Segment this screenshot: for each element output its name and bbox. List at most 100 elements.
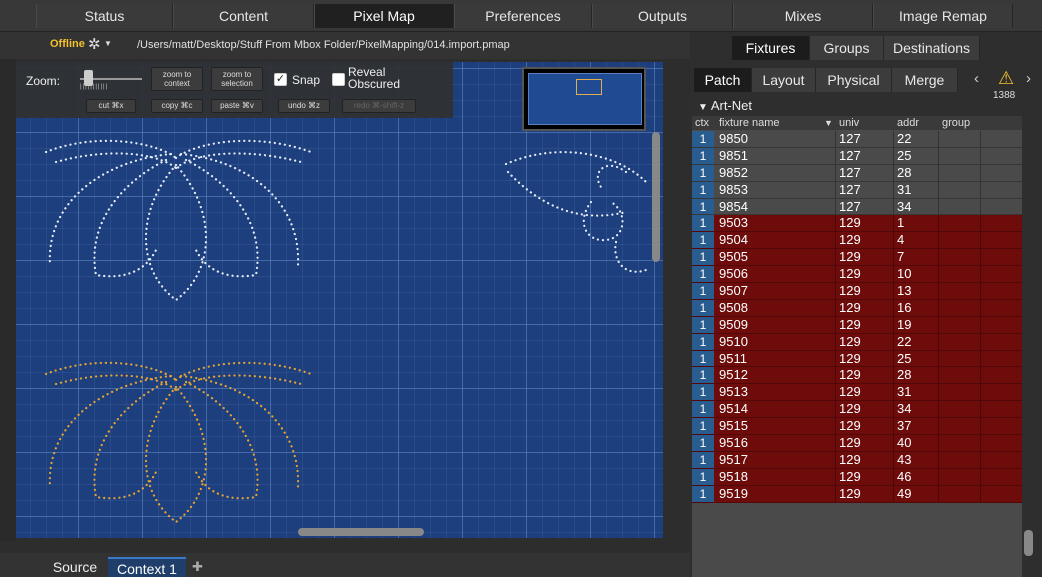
fixture-shape-partial[interactable] — [614, 240, 648, 273]
tab-layout[interactable]: Layout — [752, 68, 816, 92]
fixture-shape-white[interactable] — [54, 152, 178, 170]
table-row[interactable]: 1 9504 129 4 — [692, 232, 1022, 250]
table-row[interactable]: 1 9506 129 10 — [692, 266, 1022, 284]
minimap[interactable] — [522, 67, 646, 131]
fixture-shape-white[interactable] — [93, 158, 168, 278]
redo-button[interactable]: redo ⌘-shift-z — [342, 99, 416, 113]
tab-physical[interactable]: Physical — [816, 68, 892, 92]
table-row[interactable]: 1 9513 129 31 — [692, 384, 1022, 402]
tab-pixel-map[interactable]: Pixel Map — [314, 4, 454, 28]
column-divider — [938, 468, 939, 485]
table-row[interactable]: 1 9515 129 37 — [692, 418, 1022, 436]
fixture-shape-white[interactable] — [48, 152, 173, 267]
cell-univ: 129 — [839, 232, 861, 248]
fixture-shape-partial[interactable] — [596, 164, 628, 189]
gear-icon[interactable]: ✲ — [88, 35, 101, 53]
minimap-viewport[interactable] — [576, 79, 602, 95]
tab-merge[interactable]: Merge — [892, 68, 958, 92]
tab-fixtures[interactable]: Fixtures — [732, 36, 810, 60]
cell-ctx: 1 — [692, 131, 714, 147]
table-row[interactable]: 1 9505 129 7 — [692, 249, 1022, 267]
zoom-to-context-button[interactable]: zoom to context — [151, 67, 203, 91]
fixture-shape-orange[interactable] — [54, 374, 178, 392]
cell-ctx: 1 — [692, 384, 714, 401]
cell-name: 9506 — [719, 266, 748, 282]
table-row[interactable]: 1 9851 127 25 — [692, 147, 1022, 165]
column-divider — [835, 468, 836, 485]
fixture-shape-partial[interactable] — [582, 200, 624, 242]
tab-context-1[interactable]: Context 1 — [108, 557, 186, 577]
cell-ctx: 1 — [692, 401, 714, 418]
fixture-shape-orange[interactable] — [93, 380, 168, 500]
tab-outputs[interactable]: Outputs — [592, 4, 733, 28]
column-header-name[interactable]: fixture name — [719, 117, 780, 129]
column-header-addr[interactable]: addr — [897, 117, 919, 129]
chevron-right-icon[interactable]: › — [1026, 70, 1031, 87]
fixture-shape-white[interactable] — [144, 163, 208, 302]
tab-groups[interactable]: Groups — [810, 36, 884, 60]
column-divider — [893, 249, 894, 266]
canvas-horizontal-scrollbar[interactable] — [298, 528, 424, 536]
column-header-ctx[interactable]: ctx — [695, 117, 709, 129]
tab-destinations[interactable]: Destinations — [884, 36, 980, 60]
table-scrollbar[interactable] — [1024, 530, 1033, 556]
zoom-to-selection-button[interactable]: zoom to selection — [211, 67, 263, 91]
table-row[interactable]: 1 9518 129 46 — [692, 468, 1022, 486]
fixture-layer[interactable] — [16, 62, 663, 538]
column-header-univ[interactable]: univ — [839, 117, 859, 129]
column-divider — [893, 299, 894, 316]
triangle-down-icon[interactable]: ▼ — [698, 102, 708, 113]
copy-button[interactable]: copy ⌘c — [151, 99, 203, 113]
snap-checkbox[interactable]: ✓ — [274, 73, 287, 86]
cell-addr: 13 — [897, 283, 912, 299]
tab-content[interactable]: Content — [173, 4, 314, 28]
cell-univ: 127 — [839, 181, 861, 197]
fixture-shape-orange[interactable] — [144, 385, 208, 524]
chevron-left-icon[interactable]: ‹ — [974, 70, 979, 87]
table-row[interactable]: 1 9514 129 34 — [692, 401, 1022, 419]
tab-status[interactable]: Status — [36, 4, 173, 28]
warning-icon[interactable]: ⚠ — [998, 68, 1014, 89]
fixture-shape-partial[interactable] — [506, 170, 628, 217]
table-row[interactable]: 1 9511 129 25 — [692, 350, 1022, 368]
fixture-shape-white[interactable] — [179, 152, 300, 267]
table-row[interactable]: 1 9512 129 28 — [692, 367, 1022, 385]
canvas-vertical-scrollbar[interactable] — [652, 132, 660, 262]
table-row[interactable]: 1 9510 129 22 — [692, 333, 1022, 351]
tab-source[interactable]: Source — [44, 557, 106, 577]
table-row[interactable]: 1 9850 127 22 — [692, 131, 1022, 148]
table-row[interactable]: 1 9853 127 31 — [692, 181, 1022, 199]
table-row[interactable]: 1 9517 129 43 — [692, 451, 1022, 469]
section-art-net[interactable]: ▼ Art-Net — [698, 98, 752, 113]
table-row[interactable]: 1 9507 129 13 — [692, 283, 1022, 300]
table-row[interactable]: 1 9509 129 19 — [692, 316, 1022, 334]
reveal-obscured-checkbox[interactable] — [332, 73, 345, 86]
tab-patch[interactable]: Patch — [694, 68, 752, 92]
tab-image-remap[interactable]: Image Remap — [873, 4, 1013, 28]
column-header-group[interactable]: group — [942, 117, 970, 129]
table-row[interactable]: 1 9503 129 1 — [692, 215, 1022, 233]
table-row[interactable]: 1 9854 127 34 — [692, 198, 1022, 216]
table-row[interactable]: 1 9516 129 40 — [692, 435, 1022, 452]
table-row[interactable]: 1 9852 127 28 — [692, 164, 1022, 182]
cut-button[interactable]: cut ⌘x — [86, 99, 136, 113]
zoom-slider[interactable]: ||||||||||| — [80, 70, 142, 90]
table-row[interactable]: 1 9508 129 16 — [692, 299, 1022, 317]
fixture-table: ctx fixture name ▼ univ addr group 1 9850… — [692, 116, 1022, 577]
fixture-shape-white[interactable] — [184, 158, 259, 278]
undo-button[interactable]: undo ⌘z — [278, 99, 330, 113]
chevron-down-icon[interactable]: ▼ — [104, 39, 112, 48]
tab-preferences[interactable]: Preferences — [454, 4, 592, 28]
table-row[interactable]: 1 9519 129 49 — [692, 485, 1022, 503]
cell-name: 9517 — [719, 451, 748, 467]
cell-name: 9512 — [719, 367, 748, 383]
fixture-shape-orange[interactable] — [48, 374, 173, 489]
fixture-shape-partial[interactable] — [504, 151, 648, 184]
column-divider — [835, 232, 836, 249]
plus-icon[interactable]: ✚ — [192, 559, 203, 575]
tab-mixes[interactable]: Mixes — [733, 4, 873, 28]
fixture-shape-orange[interactable] — [179, 374, 300, 489]
pixel-map-canvas[interactable]: Zoom: ||||||||||| zoom to context zoom t… — [16, 62, 663, 538]
fixture-shape-orange[interactable] — [184, 380, 259, 500]
paste-button[interactable]: paste ⌘v — [211, 99, 263, 113]
